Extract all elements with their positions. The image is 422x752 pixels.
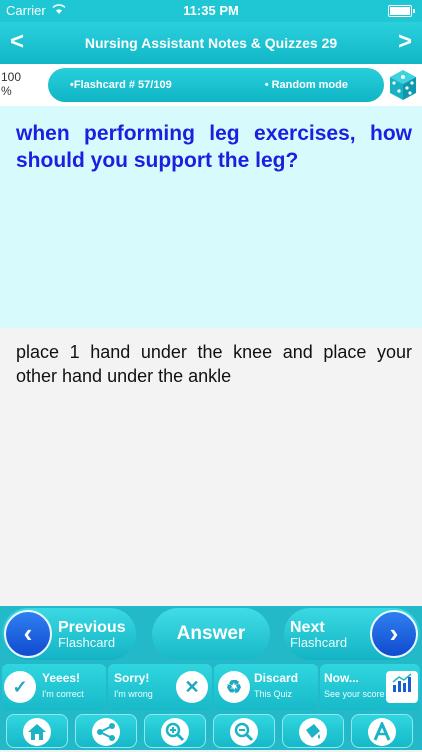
correct-title: Yeees! [42, 671, 81, 685]
discard-quiz-button[interactable]: ♻ Discard This Quiz [214, 664, 318, 710]
chart-icon [386, 671, 418, 703]
status-time: 11:35 PM [183, 3, 239, 18]
wrong-title: Sorry! [114, 671, 150, 685]
correct-button[interactable]: ✓ Yeees! I'm correct [2, 664, 106, 710]
page-title: Nursing Assistant Notes & Quizzes 29 [84, 35, 338, 51]
answer-label: Answer [176, 623, 246, 644]
share-icon [92, 718, 120, 746]
info-bar: 100 % •Flashcard # 57/109 • Random mode [0, 64, 422, 106]
zoom-out-button[interactable] [213, 714, 275, 748]
color-theme-button[interactable] [282, 714, 344, 748]
home-icon [23, 718, 51, 746]
font-icon [368, 718, 396, 746]
previous-sub: Flashcard [58, 635, 116, 650]
cross-icon: ✕ [176, 671, 208, 703]
next-flashcard-button[interactable]: Next Flashcard › [284, 608, 420, 660]
random-mode-label[interactable]: • Random mode [265, 79, 348, 91]
question-panel: when performing leg exercises, how shoul… [0, 106, 422, 328]
correct-sub: I'm correct [42, 689, 84, 699]
zoom-out-icon [230, 718, 258, 746]
previous-flashcard-button[interactable]: ‹ Previous Flashcard [2, 608, 136, 660]
discard-title: Discard [254, 671, 299, 685]
toolbar-row [0, 712, 422, 750]
flashcard-counter: •Flashcard # 57/109 [70, 79, 172, 91]
chevron-left-icon: ‹ [4, 610, 52, 658]
zoom-in-icon [161, 718, 189, 746]
nav-bar: < Nursing Assistant Notes & Quizzes 29 > [0, 22, 422, 64]
dice-icon[interactable] [388, 68, 418, 102]
navigation-row: ‹ Previous Flashcard Answer Next Flashca… [0, 606, 422, 662]
chevron-right-icon: › [370, 610, 418, 658]
check-icon: ✓ [4, 671, 36, 703]
recycle-icon: ♻ [218, 671, 250, 703]
score-sub: See your score [324, 689, 385, 699]
flashcard-info-pill: •Flashcard # 57/109 • Random mode [48, 68, 384, 102]
paint-icon [299, 718, 327, 746]
wrong-button[interactable]: Sorry! I'm wrong ✕ [108, 664, 212, 710]
forward-button[interactable]: > [398, 28, 412, 56]
next-title: Next [290, 619, 325, 636]
wrong-sub: I'm wrong [114, 689, 153, 699]
answer-button[interactable]: Answer [152, 608, 270, 660]
status-bar: Carrier 11:35 PM [0, 0, 422, 22]
home-button[interactable] [6, 714, 68, 748]
answer-panel: place 1 hand under the knee and place yo… [0, 328, 422, 606]
question-text: when performing leg exercises, how shoul… [16, 122, 412, 172]
see-score-button[interactable]: Now... See your score [320, 664, 420, 710]
score-row: ✓ Yeees! I'm correct Sorry! I'm wrong ✕ … [0, 664, 422, 710]
battery-icon [388, 5, 415, 17]
score-title: Now... [324, 671, 359, 685]
zoom-in-button[interactable] [144, 714, 206, 748]
next-sub: Flashcard [290, 635, 348, 650]
previous-title: Previous [58, 619, 126, 636]
progress-label: 100 % [1, 70, 22, 98]
font-size-button[interactable] [351, 714, 413, 748]
answer-text: place 1 hand under the knee and place yo… [16, 342, 412, 386]
controls-panel: ‹ Previous Flashcard Answer Next Flashca… [0, 606, 422, 750]
discard-sub: This Quiz [254, 689, 293, 699]
share-button[interactable] [75, 714, 137, 748]
